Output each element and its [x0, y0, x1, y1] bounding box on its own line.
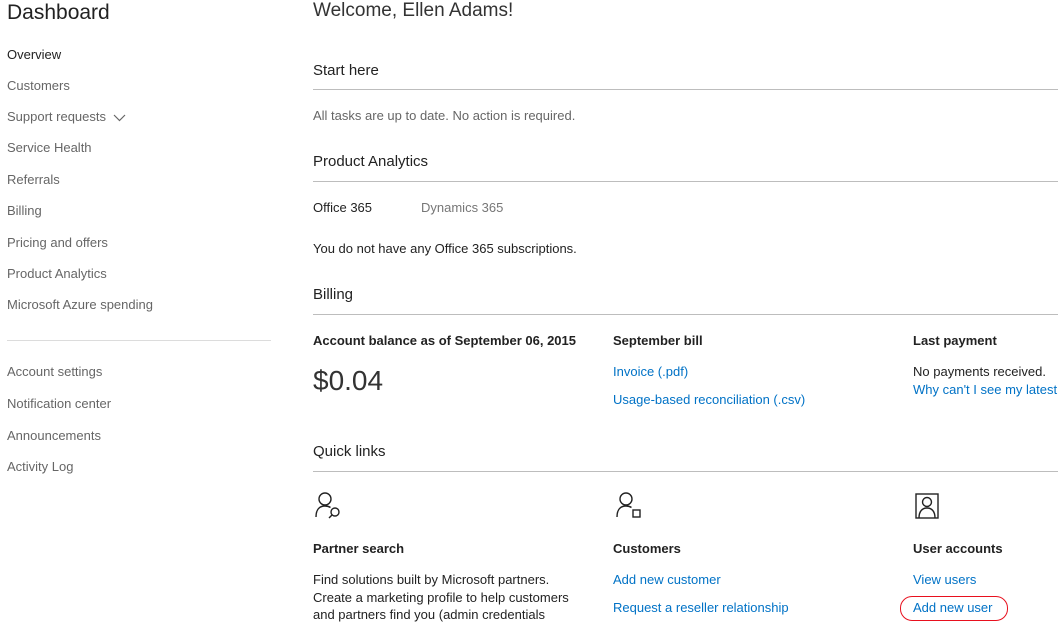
user-accounts-icon	[915, 493, 939, 519]
sidebar-divider	[7, 340, 271, 341]
sidebar-item-service-health[interactable]: Service Health	[7, 140, 92, 155]
user-accounts-title: User accounts	[913, 541, 1003, 556]
sidebar-item-overview[interactable]: Overview	[7, 47, 61, 62]
sidebar-item-product-analytics[interactable]: Product Analytics	[7, 266, 107, 281]
partner-search-desc-line: Find solutions built by Microsoft partne…	[313, 572, 550, 587]
section-divider	[313, 471, 1058, 472]
partner-search-desc-line: and partners find you (admin credentials	[313, 607, 545, 622]
sidebar-item-activity-log[interactable]: Activity Log	[7, 459, 73, 474]
reseller-relationship-link[interactable]: Request a reseller relationship	[613, 600, 789, 615]
reconciliation-link[interactable]: Usage-based reconciliation (.csv)	[613, 392, 805, 407]
billing-title: Billing	[313, 286, 354, 303]
dashboard-title: Dashboard	[7, 1, 110, 24]
account-balance-value: $0.04	[313, 365, 384, 396]
last-payment-label: Last payment	[913, 333, 997, 348]
chevron-down-icon	[113, 114, 126, 121]
section-divider	[313, 181, 1058, 182]
partner-search-icon	[315, 492, 340, 519]
section-divider	[313, 314, 1058, 315]
add-new-customer-link[interactable]: Add new customer	[613, 572, 721, 587]
sidebar-item-label: Support requests	[7, 109, 107, 124]
start-here-message: All tasks are up to date. No action is r…	[313, 108, 576, 123]
partner-search-title: Partner search	[313, 541, 405, 556]
sidebar-item-announcements[interactable]: Announcements	[7, 428, 101, 443]
last-payment-link[interactable]: Why can't I see my latest	[913, 382, 1057, 397]
sidebar-item-billing[interactable]: Billing	[7, 203, 42, 218]
tab-office-365[interactable]: Office 365	[313, 200, 372, 215]
welcome-heading: Welcome, Ellen Adams!	[313, 0, 514, 21]
last-payment-value: No payments received.	[913, 364, 1046, 379]
highlight-annotation	[900, 596, 1008, 621]
sidebar-item-support-requests[interactable]: Support requests	[7, 109, 126, 124]
product-analytics-title: Product Analytics	[313, 153, 429, 170]
customers-title: Customers	[613, 541, 681, 556]
product-analytics-message: You do not have any Office 365 subscript…	[313, 241, 577, 256]
quick-links-title: Quick links	[313, 443, 386, 460]
sidebar-item-azure-spending[interactable]: Microsoft Azure spending	[7, 297, 153, 312]
tab-dynamics-365[interactable]: Dynamics 365	[421, 200, 503, 215]
account-balance-label: Account balance as of September 06, 2015	[313, 333, 576, 348]
sidebar-item-notification-center[interactable]: Notification center	[7, 396, 111, 411]
invoice-link[interactable]: Invoice (.pdf)	[613, 364, 688, 379]
sidebar-item-account-settings[interactable]: Account settings	[7, 364, 102, 379]
start-here-title: Start here	[313, 62, 379, 79]
sidebar-item-referrals[interactable]: Referrals	[7, 172, 60, 187]
section-divider	[313, 89, 1058, 90]
view-users-link[interactable]: View users	[913, 572, 976, 587]
sidebar-item-customers[interactable]: Customers	[7, 78, 70, 93]
customers-icon	[616, 492, 641, 518]
sidebar-item-pricing-and-offers[interactable]: Pricing and offers	[7, 235, 108, 250]
september-bill-label: September bill	[613, 333, 703, 348]
partner-search-desc-line: Create a marketing profile to help custo…	[313, 590, 569, 605]
